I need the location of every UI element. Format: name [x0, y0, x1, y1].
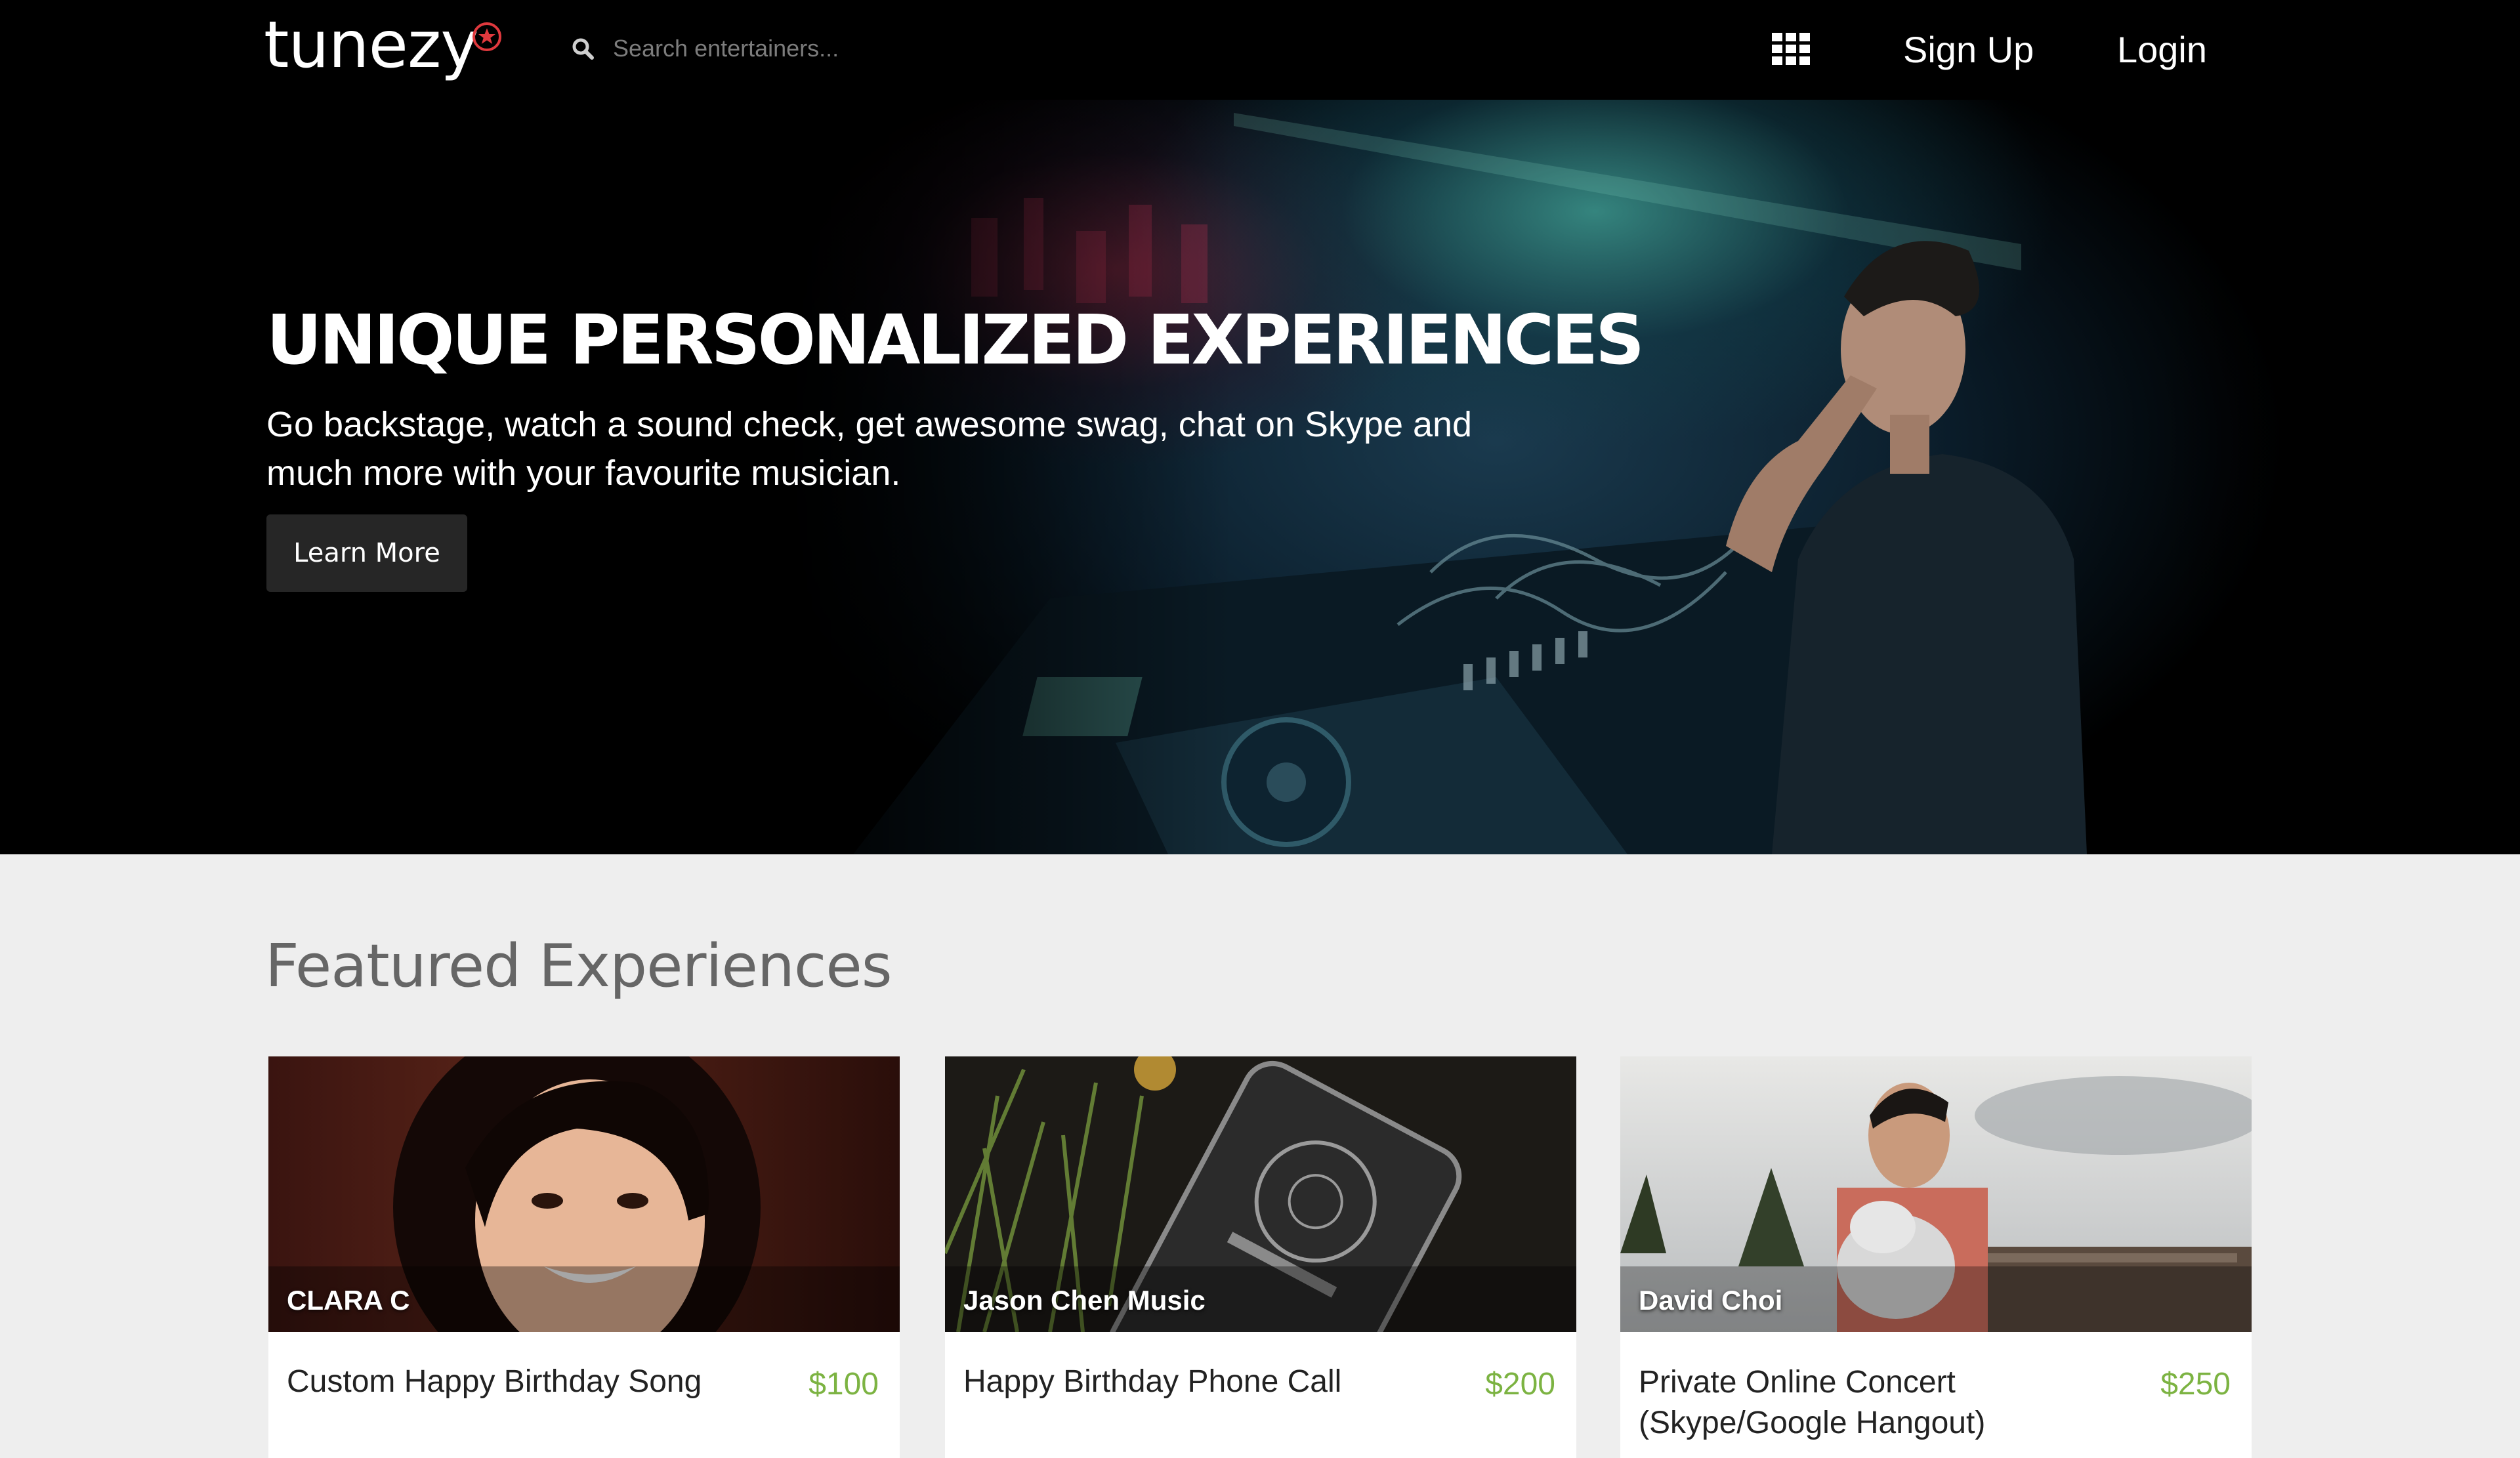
- card-price: $200: [1485, 1367, 1555, 1402]
- star-badge-icon: [472, 22, 501, 51]
- top-navbar: tunezy Sign Up Login: [0, 0, 2520, 100]
- experience-card[interactable]: Jason Chen Music Happy Birthday Phone Ca…: [945, 1056, 1576, 1458]
- card-artist-name[interactable]: David Choi: [1639, 1285, 1782, 1316]
- grid-menu-icon[interactable]: [1772, 33, 1810, 66]
- learn-more-button[interactable]: Learn More: [266, 514, 467, 592]
- hero-fade-right: [2152, 100, 2520, 854]
- featured-heading: Featured Experiences: [265, 932, 892, 1001]
- card-artist-name[interactable]: Jason Chen Music: [963, 1285, 1206, 1316]
- search-bar: [571, 29, 912, 68]
- search-input[interactable]: [612, 34, 903, 63]
- search-icon[interactable]: [571, 37, 595, 60]
- experience-card[interactable]: David Choi Private Online Concert (Skype…: [1620, 1056, 2252, 1458]
- hero-title: UNIQUE PERSONALIZED EXPERIENCES: [266, 300, 1645, 380]
- card-price: $250: [2160, 1367, 2231, 1402]
- hero-banner: UNIQUE PERSONALIZED EXPERIENCES Go backs…: [0, 100, 2520, 854]
- signup-link[interactable]: Sign Up: [1903, 24, 2034, 76]
- hero-subtitle: Go backstage, watch a sound check, get a…: [266, 405, 1473, 493]
- tunezy-logo[interactable]: tunezy: [264, 13, 478, 77]
- card-title[interactable]: Custom Happy Birthday Song: [287, 1362, 733, 1402]
- card-price: $100: [808, 1367, 879, 1402]
- login-link[interactable]: Login: [2117, 24, 2207, 76]
- card-artist-name[interactable]: CLARA C: [287, 1285, 410, 1316]
- card-title[interactable]: Happy Birthday Phone Call: [963, 1362, 1410, 1402]
- card-title[interactable]: Private Online Concert (Skype/Google Han…: [1639, 1362, 2085, 1444]
- experience-card[interactable]: CLARA C Custom Happy Birthday Song $100: [268, 1056, 900, 1458]
